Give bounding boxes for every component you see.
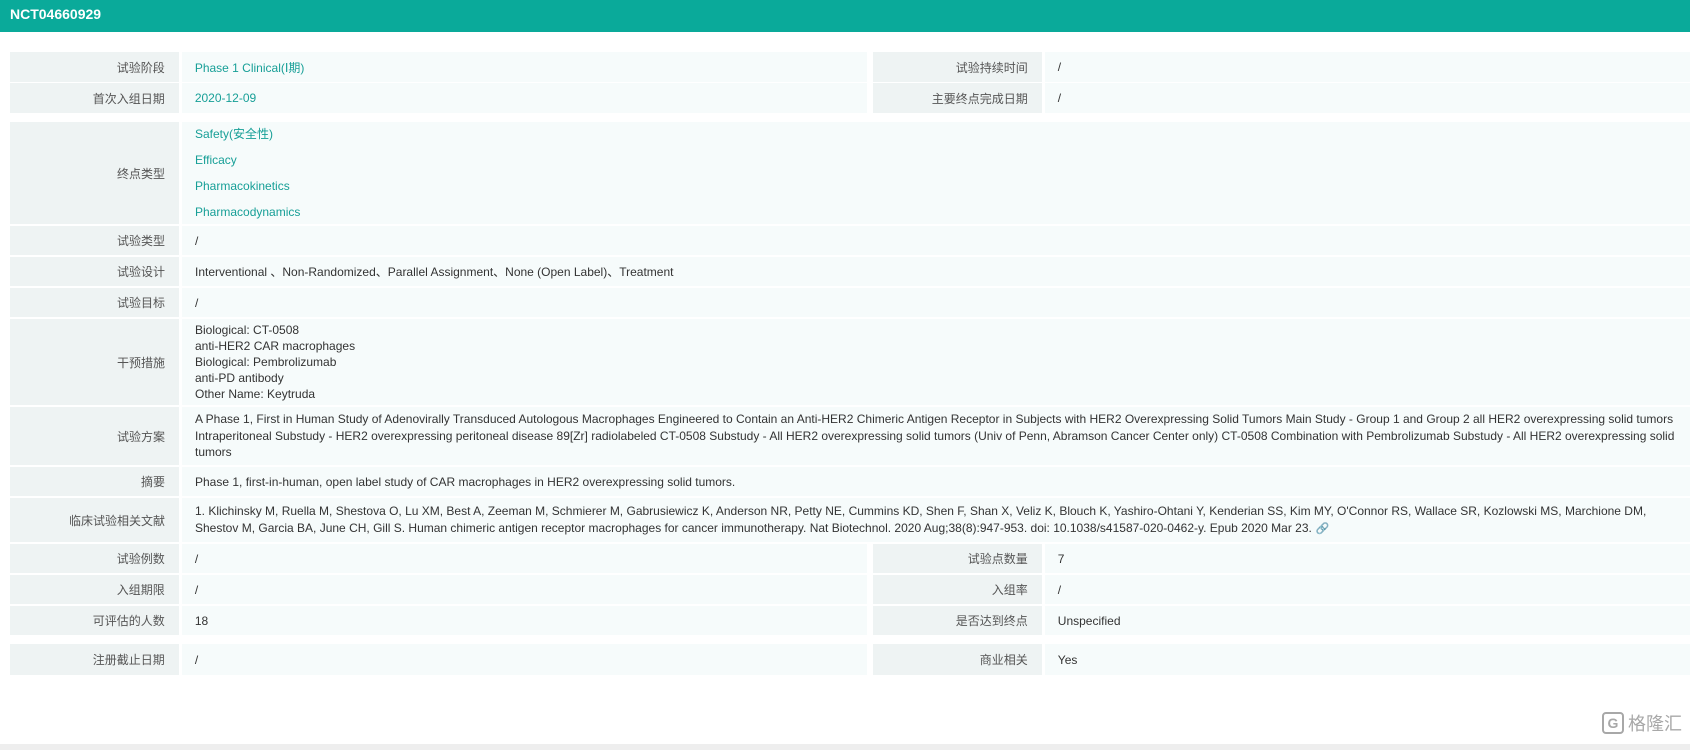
value-intervention: Biological: CT-0508 anti-HER2 CAR macrop… bbox=[182, 319, 1690, 405]
row-literature: 临床试验相关文献 1. Klichinsky M, Ruella M, Shes… bbox=[10, 498, 1690, 542]
row-objective: 试验目标 / bbox=[10, 288, 1690, 317]
row-evaluable: 可评估的人数 18 是否达到终点 Unspecified bbox=[10, 606, 1690, 635]
label-endpoint-met: 是否达到终点 bbox=[872, 606, 1042, 635]
endpoint-efficacy-link[interactable]: Efficacy bbox=[195, 147, 237, 173]
row-enroll-period: 入组期限 / 入组率 / bbox=[10, 575, 1690, 604]
row-first-enroll: 首次入组日期 2020-12-09 主要终点完成日期 / bbox=[10, 83, 1690, 113]
value-protocol: A Phase 1, First in Human Study of Adeno… bbox=[182, 407, 1690, 465]
label-reg-deadline: 注册截止日期 bbox=[10, 644, 179, 675]
endpoint-pharmacokinetics-link[interactable]: Pharmacokinetics bbox=[195, 173, 290, 199]
label-enroll-period: 入组期限 bbox=[10, 575, 179, 604]
value-design: Interventional 、Non-Randomized、Parallel … bbox=[182, 257, 1690, 286]
value-cases: / bbox=[181, 544, 867, 573]
label-primary-completion: 主要终点完成日期 bbox=[872, 83, 1042, 113]
intervention-line: Other Name: Keytruda bbox=[195, 387, 316, 401]
label-objective: 试验目标 bbox=[10, 288, 179, 317]
value-duration: / bbox=[1044, 52, 1690, 82]
label-intervention: 干预措施 bbox=[10, 319, 179, 405]
label-sites: 试验点数量 bbox=[872, 544, 1042, 573]
label-enroll-rate: 入组率 bbox=[872, 575, 1042, 604]
literature-citation: 1. Klichinsky M, Ruella M, Shestova O, L… bbox=[195, 504, 1647, 535]
label-abstract: 摘要 bbox=[10, 467, 179, 496]
row-intervention: 干预措施 Biological: CT-0508 anti-HER2 CAR m… bbox=[10, 319, 1690, 405]
intervention-line: anti-PD antibody bbox=[195, 371, 284, 385]
label-commercial: 商业相关 bbox=[872, 644, 1042, 675]
watermark-text: 格隆汇 bbox=[1628, 714, 1682, 734]
label-trial-type: 试验类型 bbox=[10, 226, 179, 255]
watermark: G 格隆汇 bbox=[1602, 710, 1682, 736]
value-reg-deadline: / bbox=[181, 644, 867, 675]
label-literature: 临床试验相关文献 bbox=[10, 498, 179, 542]
row-abstract: 摘要 Phase 1, first-in-human, open label s… bbox=[10, 467, 1690, 496]
row-phase: 试验阶段 Phase 1 Clinical(Ⅰ期) 试验持续时间 / bbox=[10, 52, 1690, 82]
intervention-line: Biological: CT-0508 bbox=[195, 323, 300, 337]
value-literature: 1. Klichinsky M, Ruella M, Shestova O, L… bbox=[182, 498, 1690, 542]
label-duration: 试验持续时间 bbox=[872, 52, 1042, 82]
intervention-line: Biological: Pembrolizumab bbox=[195, 355, 337, 369]
label-evaluable: 可评估的人数 bbox=[10, 606, 179, 635]
value-objective: / bbox=[182, 288, 1690, 317]
value-trial-type: / bbox=[182, 226, 1690, 255]
row-endpoint-types: 终点类型 Safety(安全性) Efficacy Pharmacokineti… bbox=[10, 122, 1690, 224]
row-design: 试验设计 Interventional 、Non-Randomized、Para… bbox=[10, 257, 1690, 286]
row-trial-type: 试验类型 / bbox=[10, 226, 1690, 255]
value-commercial: Yes bbox=[1044, 644, 1690, 675]
bottom-border bbox=[0, 744, 1690, 750]
label-first-enroll: 首次入组日期 bbox=[10, 83, 179, 113]
endpoint-pharmacodynamics-link[interactable]: Pharmacodynamics bbox=[195, 199, 300, 225]
label-protocol: 试验方案 bbox=[10, 407, 179, 465]
label-endpoint-types: 终点类型 bbox=[10, 122, 179, 224]
value-primary-completion: / bbox=[1044, 83, 1690, 113]
value-first-enroll[interactable]: 2020-12-09 bbox=[181, 83, 867, 113]
value-enroll-period: / bbox=[181, 575, 867, 604]
row-cases: 试验例数 / 试验点数量 7 bbox=[10, 544, 1690, 573]
trial-id-header: NCT04660929 bbox=[0, 0, 1690, 32]
row-reg-deadline: 注册截止日期 / 商业相关 Yes bbox=[10, 644, 1690, 675]
intervention-line: anti-HER2 CAR macrophages bbox=[195, 339, 356, 353]
trial-id-title: NCT04660929 bbox=[10, 6, 102, 22]
value-enroll-rate: / bbox=[1044, 575, 1690, 604]
row-protocol: 试验方案 A Phase 1, First in Human Study of … bbox=[10, 407, 1690, 465]
label-cases: 试验例数 bbox=[10, 544, 179, 573]
link-icon[interactable]: 🔗 bbox=[1316, 523, 1330, 535]
value-evaluable: 18 bbox=[181, 606, 867, 635]
value-sites: 7 bbox=[1044, 544, 1690, 573]
value-phase[interactable]: Phase 1 Clinical(Ⅰ期) bbox=[181, 52, 867, 82]
watermark-logo-icon: G bbox=[1602, 712, 1624, 734]
value-abstract: Phase 1, first-in-human, open label stud… bbox=[182, 467, 1690, 496]
value-endpoint-types: Safety(安全性) Efficacy Pharmacokinetics Ph… bbox=[182, 122, 1690, 224]
label-design: 试验设计 bbox=[10, 257, 179, 286]
value-endpoint-met: Unspecified bbox=[1044, 606, 1690, 635]
label-phase: 试验阶段 bbox=[10, 52, 179, 82]
endpoint-safety-link[interactable]: Safety(安全性) bbox=[195, 121, 273, 147]
